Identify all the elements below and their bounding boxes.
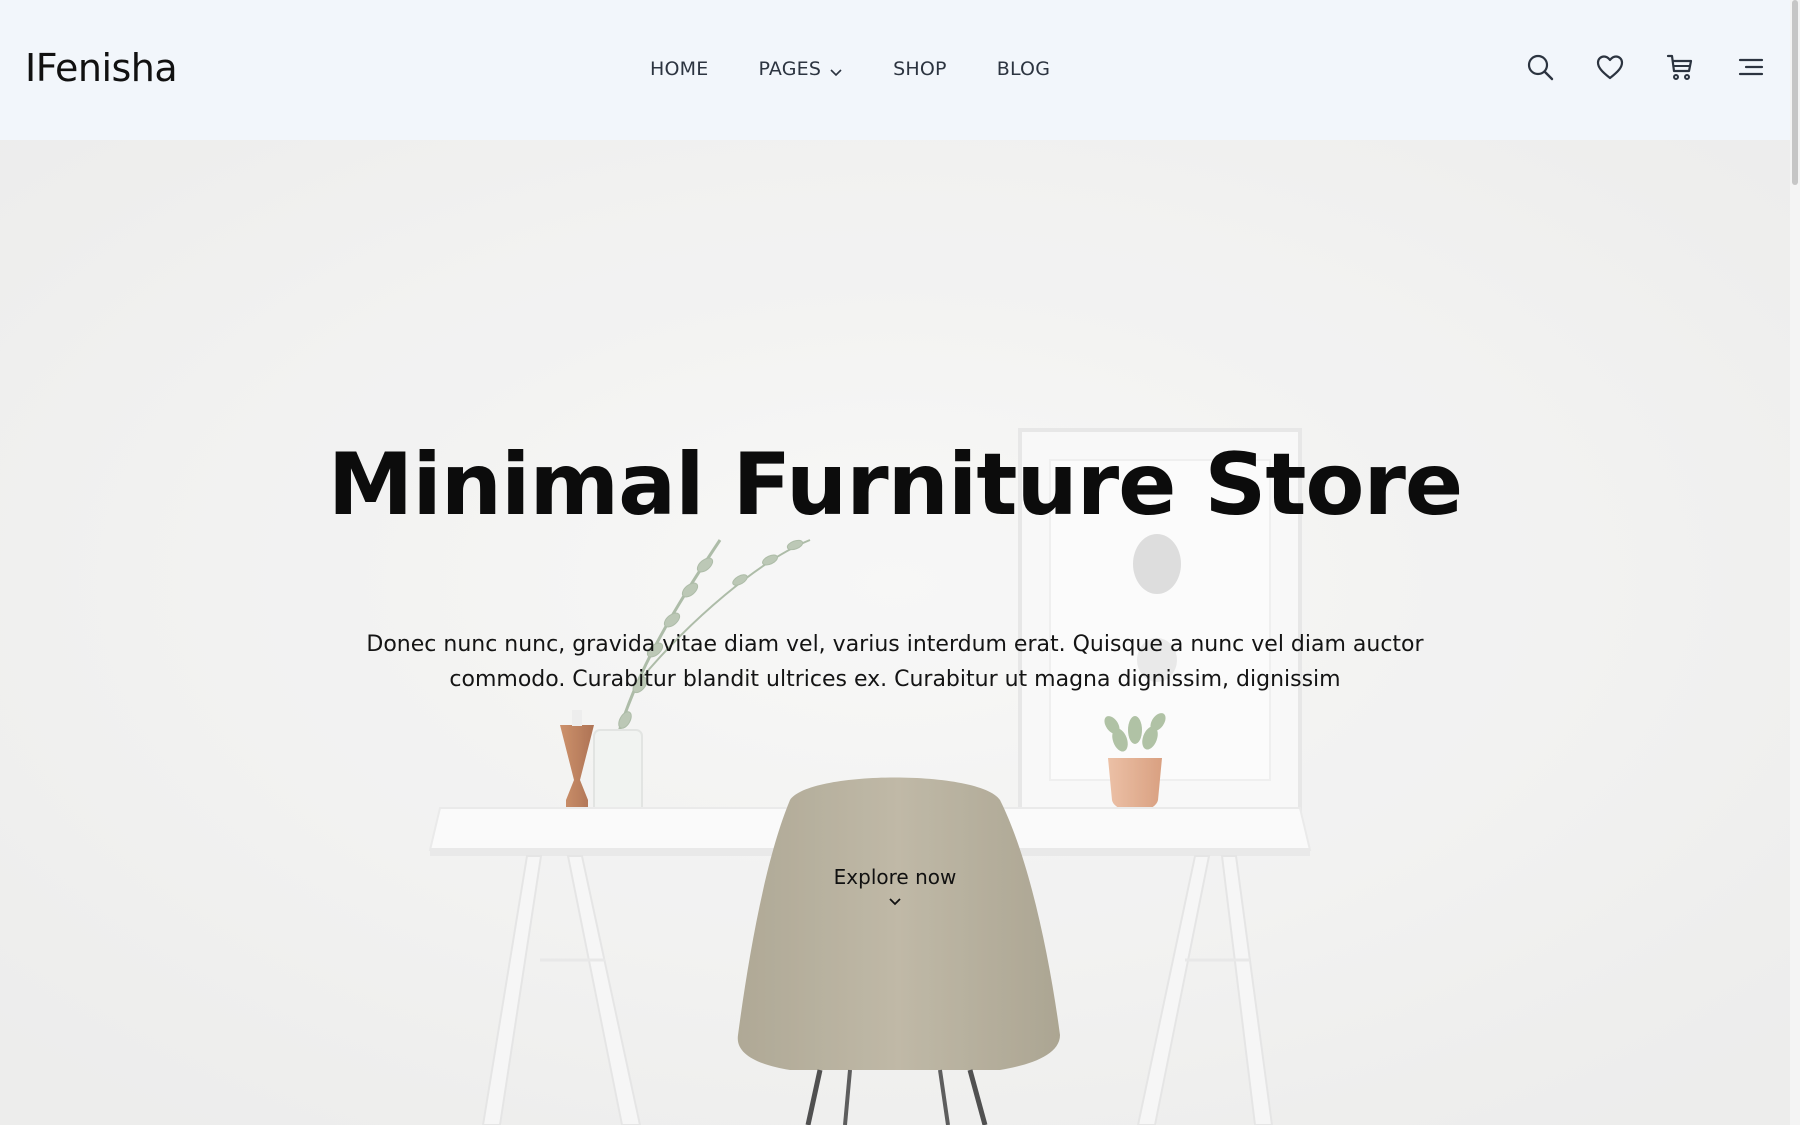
site-header: IFenisha HOME PAGES SHOP BLOG bbox=[0, 0, 1790, 140]
scrollbar-thumb[interactable] bbox=[1792, 0, 1798, 185]
hero-title: Minimal Furniture Store bbox=[327, 435, 1464, 535]
nav-item-blog[interactable]: BLOG bbox=[997, 58, 1050, 80]
cart-icon[interactable] bbox=[1665, 52, 1695, 82]
chevron-down-icon bbox=[888, 893, 902, 907]
page-scrollbar[interactable] bbox=[1790, 0, 1800, 1125]
hero-section: Minimal Furniture Store Donec nunc nunc,… bbox=[0, 140, 1790, 1125]
explore-now-button[interactable]: Explore now bbox=[0, 865, 1790, 912]
nav-item-pages[interactable]: PAGES bbox=[758, 58, 843, 80]
search-icon[interactable] bbox=[1525, 52, 1555, 82]
nav-label-blog: BLOG bbox=[996, 58, 1051, 80]
hero-description: Donec nunc nunc, gravida vitae diam vel,… bbox=[366, 632, 1424, 692]
site-logo[interactable]: IFenisha bbox=[25, 46, 178, 90]
nav-label-pages: PAGES bbox=[758, 58, 822, 80]
chevron-down-icon bbox=[829, 62, 843, 77]
explore-now-label: Explore now bbox=[833, 865, 957, 889]
header-actions bbox=[1485, 52, 1765, 82]
menu-icon[interactable] bbox=[1735, 52, 1765, 82]
nav-label-shop: SHOP bbox=[893, 58, 947, 80]
main-nav: HOME PAGES SHOP BLOG bbox=[650, 58, 1100, 80]
nav-label-home: HOME bbox=[650, 58, 709, 80]
nav-item-home[interactable]: HOME bbox=[650, 58, 708, 80]
heart-icon[interactable] bbox=[1595, 52, 1625, 82]
nav-item-shop[interactable]: SHOP bbox=[893, 58, 947, 80]
